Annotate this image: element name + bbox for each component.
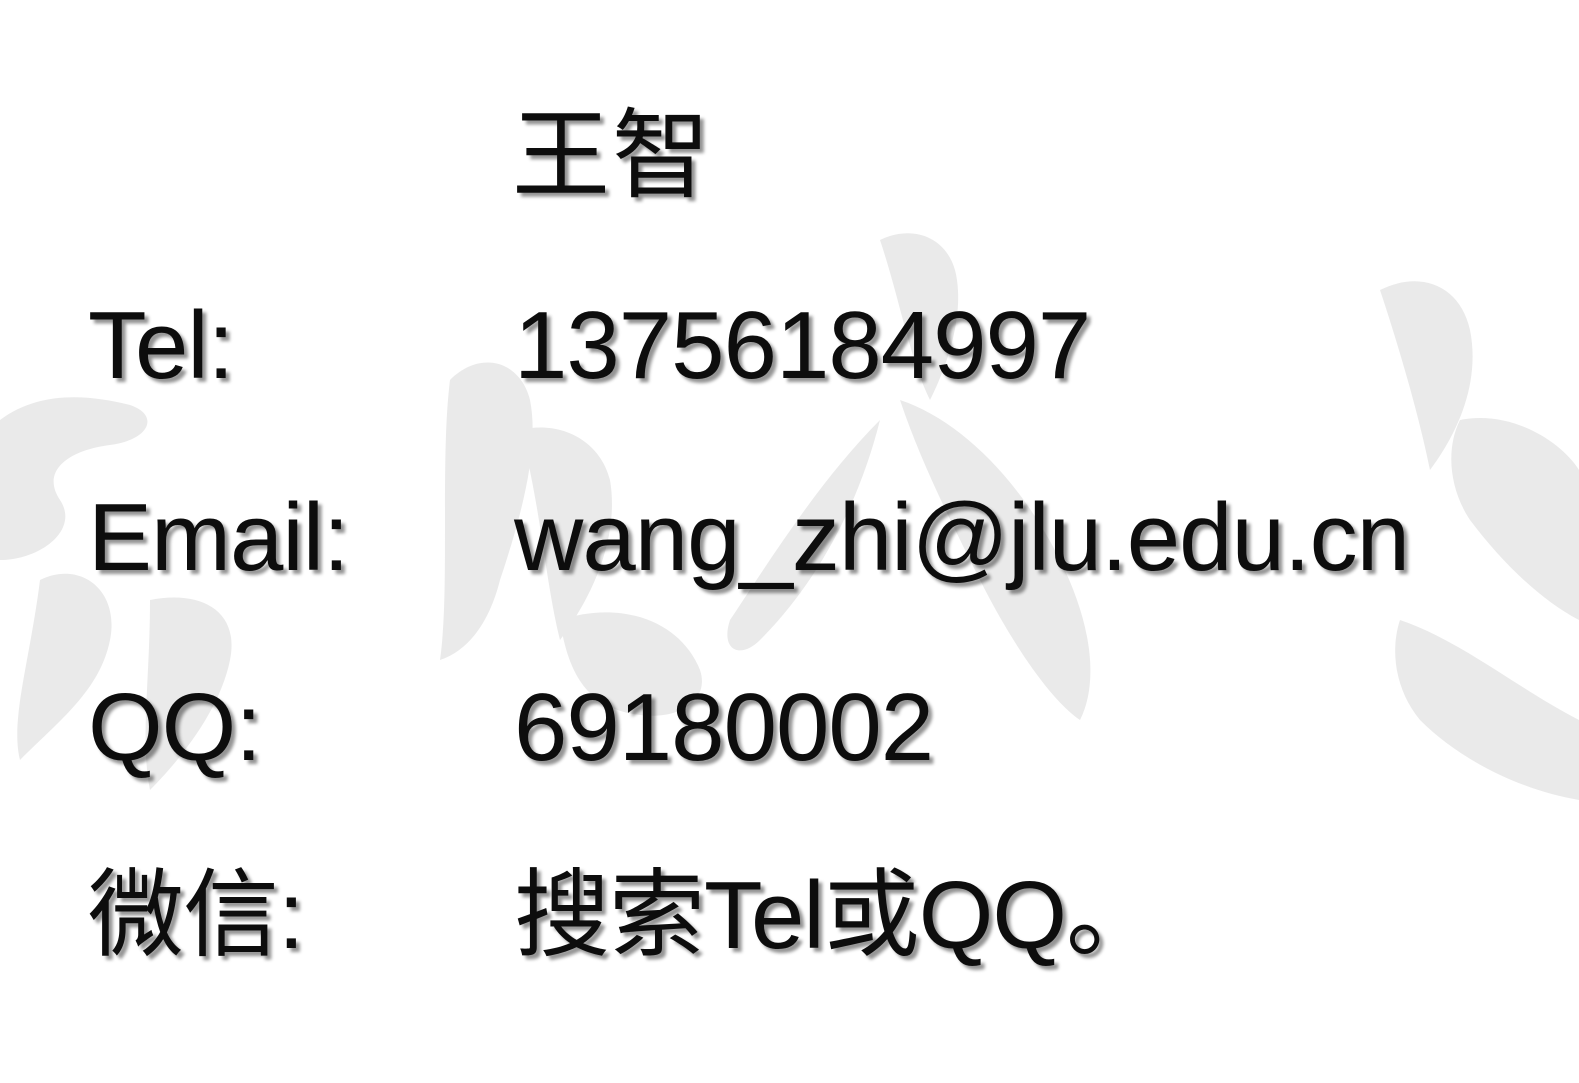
contact-slide: 王智 Tel: 13756184997 Email: wang_zhi@jlu.… [0, 0, 1579, 1083]
tel-label: Tel: [88, 292, 234, 399]
contact-name: 王智 [512, 100, 713, 210]
wechat-value: 搜索Tel或QQ。 [514, 862, 1162, 969]
email-value: wang_zhi@jlu.edu.cn [514, 484, 1410, 591]
wechat-label: 微信: [88, 862, 305, 969]
tel-value: 13756184997 [514, 292, 1091, 399]
email-label: Email: [88, 484, 350, 591]
qq-value: 69180002 [514, 674, 934, 781]
qq-label: QQ: [88, 674, 262, 781]
